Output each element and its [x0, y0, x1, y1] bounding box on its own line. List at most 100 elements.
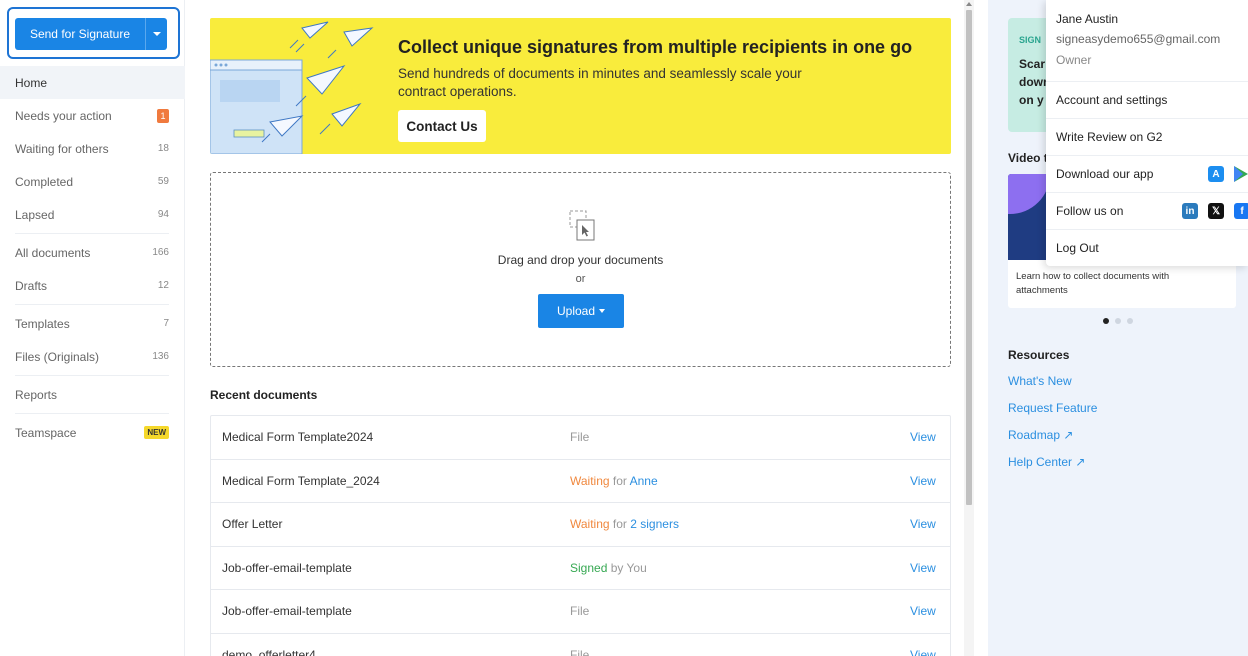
drag-drop-zone[interactable]: Drag and drop your documents or Upload	[210, 172, 951, 367]
roadmap-link[interactable]: Roadmap ↗	[1008, 428, 1073, 442]
recipient-link[interactable]: Anne	[630, 474, 658, 488]
menu-item-follow-us: Follow us on in 𝕏 f	[1046, 192, 1248, 229]
video-caption: Learn how to collect documents with atta…	[1016, 271, 1170, 296]
sidebar-item-home[interactable]: Home	[0, 66, 185, 99]
sidebar-item-templates[interactable]: Templates 7	[0, 307, 185, 340]
sidebar-item-needs-your-action[interactable]: Needs your action 1	[0, 99, 185, 132]
sidebar-item-lapsed[interactable]: Lapsed 94	[0, 198, 185, 231]
document-name: Medical Form Template2024	[222, 430, 374, 445]
carousel-dots	[1103, 318, 1133, 324]
view-link[interactable]: View	[910, 648, 950, 656]
document-status: Waiting for Anne	[570, 474, 910, 488]
menu-item-write-review[interactable]: Write Review on G2	[1046, 118, 1248, 155]
app-store-icons: A	[1208, 166, 1248, 182]
needs-action-count-badge: 1	[157, 108, 169, 123]
carousel-dot[interactable]	[1127, 318, 1133, 324]
upload-button[interactable]: Upload	[538, 294, 624, 328]
document-status: Waiting for 2 signers	[570, 517, 910, 531]
menu-item-log-out[interactable]: Log Out	[1046, 229, 1248, 266]
recent-documents-table: Medical Form Template2024 File View Medi…	[210, 415, 951, 656]
table-row: Medical Form Template2024 File View	[211, 416, 950, 460]
scrollbar-thumb[interactable]	[966, 10, 972, 505]
recent-documents-title: Recent documents	[210, 388, 318, 402]
google-play-icon[interactable]	[1234, 166, 1248, 182]
sidebar-item-label: Waiting for others	[15, 141, 109, 156]
sidebar-item-count: 59	[157, 176, 169, 187]
sidebar-item-label: Files (Originals)	[15, 349, 100, 364]
linkedin-icon[interactable]: in	[1182, 203, 1198, 219]
menu-item-label: Download our app	[1056, 167, 1154, 181]
promo-tag: SIGN	[1019, 35, 1042, 45]
sidebar-item-label: Home	[15, 75, 48, 90]
main-scrollbar[interactable]	[964, 0, 974, 656]
view-link[interactable]: View	[910, 561, 950, 575]
sidebar-item-count: 94	[157, 209, 169, 220]
document-status: File	[570, 604, 910, 618]
user-role: Owner	[1056, 53, 1092, 67]
document-name: Job-offer-email-template	[222, 604, 352, 619]
main-content: Collect unique signatures from multiple …	[185, 0, 963, 656]
status-connector: for	[609, 517, 631, 532]
menu-item-account-settings[interactable]: Account and settings	[1046, 81, 1248, 118]
menu-item-label: Log Out	[1056, 241, 1099, 255]
new-badge: NEW	[144, 426, 169, 439]
sidebar-item-count: 18	[157, 143, 169, 154]
sidebar-item-count: 136	[152, 351, 169, 362]
app-store-icon[interactable]: A	[1208, 166, 1224, 182]
sidebar-item-drafts[interactable]: Drafts 12	[0, 269, 185, 302]
promo-banner: Collect unique signatures from multiple …	[210, 18, 951, 154]
sidebar-item-completed[interactable]: Completed 59	[0, 165, 185, 198]
x-twitter-icon[interactable]: 𝕏	[1208, 203, 1224, 219]
status-text: File	[570, 430, 590, 445]
send-for-signature-focus-ring: Send for Signature	[7, 7, 180, 59]
user-name: Jane Austin	[1056, 12, 1119, 26]
sidebar-divider	[15, 233, 169, 234]
view-link[interactable]: View	[910, 604, 950, 618]
carousel-dot[interactable]	[1115, 318, 1121, 324]
table-row: Offer Letter Waiting for 2 signers View	[211, 503, 950, 547]
contact-us-button[interactable]: Contact Us	[398, 110, 486, 142]
send-for-signature-label[interactable]: Send for Signature	[15, 18, 146, 50]
table-row: Medical Form Template_2024 Waiting for A…	[211, 460, 950, 503]
drag-drop-text: Drag and drop your documents	[497, 253, 664, 267]
view-link[interactable]: View	[910, 517, 950, 531]
banner-subtitle: Send hundreds of documents in minutes an…	[398, 66, 802, 99]
sidebar-item-teamspace[interactable]: Teamspace NEW	[0, 416, 185, 449]
table-row: Job-offer-email-template File View	[211, 590, 950, 634]
carousel-dot[interactable]	[1103, 318, 1109, 324]
status-text: File	[570, 647, 590, 656]
sidebar-item-count: 166	[152, 247, 169, 258]
menu-item-label: Account and settings	[1056, 93, 1168, 107]
help-center-link[interactable]: Help Center ↗	[1008, 455, 1085, 469]
recipient-link[interactable]: 2 signers	[630, 517, 679, 531]
status-connector: for	[609, 473, 630, 488]
menu-item-download-app[interactable]: Download our app A	[1046, 155, 1248, 192]
send-for-signature-button[interactable]: Send for Signature	[15, 18, 167, 50]
request-feature-link[interactable]: Request Feature	[1008, 401, 1097, 415]
document-name: Offer Letter	[222, 517, 283, 532]
facebook-icon[interactable]: f	[1234, 203, 1248, 219]
whats-new-link[interactable]: What's New	[1008, 374, 1072, 388]
sidebar-item-label: Drafts	[15, 278, 48, 293]
sidebar-item-waiting-for-others[interactable]: Waiting for others 18	[0, 132, 185, 165]
send-options-chevron-down-icon[interactable]	[146, 18, 167, 50]
sidebar-item-count: 7	[163, 318, 169, 329]
sidebar-item-files-originals[interactable]: Files (Originals) 136	[0, 340, 185, 373]
sidebar-item-label: Teamspace	[15, 425, 77, 440]
sidebar-item-all-documents[interactable]: All documents 166	[0, 236, 185, 269]
resources-title: Resources	[1008, 348, 1070, 362]
sidebar-item-reports[interactable]: Reports	[0, 378, 185, 411]
sidebar-item-count: 12	[157, 280, 169, 291]
upload-button-label[interactable]: Upload	[557, 304, 595, 318]
status-text: File	[570, 604, 590, 619]
document-status: File	[570, 430, 910, 444]
scroll-up-arrow-icon[interactable]	[966, 2, 972, 6]
sidebar-nav: Home Needs your action 1 Waiting for oth…	[0, 66, 185, 449]
sidebar-divider	[15, 304, 169, 305]
view-link[interactable]: View	[910, 474, 950, 488]
table-row: Job-offer-email-template Signed by You V…	[211, 547, 950, 590]
document-name: Medical Form Template_2024	[222, 473, 380, 488]
menu-item-label: Follow us on	[1056, 204, 1124, 218]
view-link[interactable]: View	[910, 430, 950, 444]
drag-drop-icon	[569, 210, 595, 241]
